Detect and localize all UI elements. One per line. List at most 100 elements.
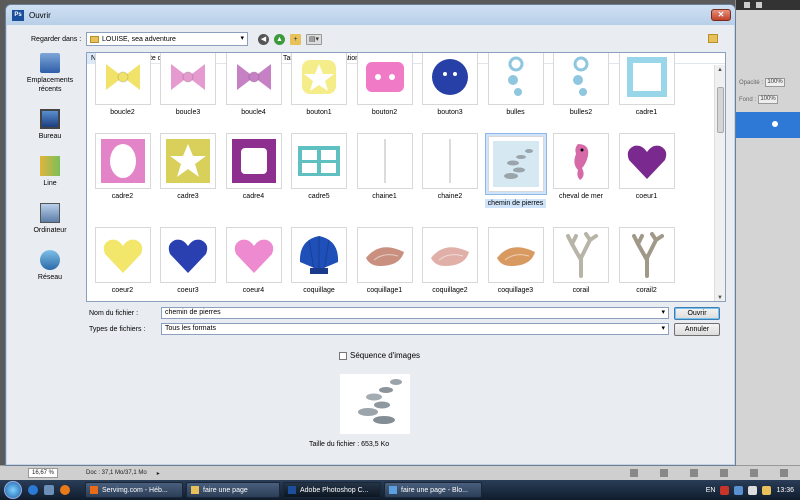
file-item[interactable]: coquillage1 [352,227,417,294]
filetype-row: Types de fichiers : Tous les formats ▾ [89,323,669,335]
filename-input[interactable]: chemin de pierres ▾ [161,307,669,319]
filetype-select[interactable]: Tous les formats ▾ [161,323,669,335]
file-name: coquillage2 [432,287,468,294]
file-item[interactable]: boucle4 [221,53,286,116]
file-thumbnail [356,227,413,283]
file-thumbnail [618,133,675,189]
adjustment-icon[interactable] [720,469,728,477]
image-sequence-checkbox[interactable] [339,351,347,360]
status-menu-arrow-icon[interactable]: ▸ [157,470,160,477]
file-item[interactable]: cheval de mer [549,133,614,200]
close-button[interactable]: ✕ [711,9,731,21]
file-item[interactable]: corail2 [614,227,679,294]
file-item[interactable]: bouton1 [287,53,352,116]
file-item[interactable]: bouton2 [352,53,417,116]
folder-icon [90,35,99,43]
zoom-field[interactable]: 16,67 % [28,468,58,478]
fill-input[interactable]: 100% [758,95,779,104]
back-icon[interactable]: ◀ [258,33,269,45]
dialog-titlebar[interactable]: Ps Ouvrir [6,5,735,25]
place-network[interactable]: Réseau [20,250,80,282]
taskbar-button[interactable]: faire une page [186,482,280,498]
file-item[interactable]: bouton3 [418,53,483,116]
file-item[interactable]: boucle3 [156,53,221,116]
file-size-text: Taille du fichier : 653,5 Ko [309,441,390,448]
place-recent-places[interactable]: Emplacements récents [20,53,80,94]
file-item[interactable]: coquillage3 [483,227,548,294]
photoshop-status-bar: 16,67 % Doc : 37,1 Mo/37,1 Mo ▸ [0,465,800,480]
antivirus-icon[interactable] [720,485,730,495]
file-preview [340,374,410,434]
file-item[interactable]: chaine1 [352,133,417,200]
opacity-input[interactable]: 100% [765,78,786,87]
network-tray-icon[interactable] [734,485,744,495]
up-folder-icon[interactable]: ▲ [274,33,285,45]
place-label: Ordinateur [33,227,67,234]
file-item[interactable]: cadre1 [614,53,679,116]
internet-explorer-icon[interactable] [28,485,38,495]
file-name: cadre4 [242,193,265,200]
vertical-scrollbar[interactable]: ▲ ▼ [714,65,725,301]
open-button[interactable]: Ouvrir [674,307,720,320]
taskbar-button[interactable]: Adobe Photoshop C... [283,482,381,498]
file-item[interactable]: coeur1 [614,133,679,200]
chevron-down-icon[interactable]: ▾ [661,308,665,318]
cancel-button[interactable]: Annuler [674,323,720,336]
place-desktop[interactable]: Bureau [20,109,80,141]
notification-icon[interactable] [762,485,772,495]
scroll-down-icon[interactable]: ▼ [717,295,723,301]
taskbar-button[interactable]: Servimg.com - Héb... [85,482,183,498]
file-item[interactable]: coeur3 [156,227,221,294]
file-thumbnail [291,53,347,105]
media-player-icon[interactable] [60,485,70,495]
file-item[interactable]: coeur2 [90,227,155,294]
place-libraries[interactable]: Line [20,156,80,188]
chevron-down-icon[interactable]: ▾ [240,34,244,42]
chevron-down-icon[interactable]: ▾ [661,324,665,334]
visibility-eye-icon[interactable] [772,121,778,127]
photoshop-layers-panel: Opacité : 100% Fond : 100% [735,0,800,465]
place-computer[interactable]: Ordinateur [20,203,80,235]
views-menu-icon[interactable]: ▤▾ [306,33,322,45]
file-item[interactable]: coquillage [287,227,352,294]
file-name: boucle2 [110,109,135,116]
taskbar-button-label: Servimg.com - Héb... [102,486,168,494]
new-folder-icon[interactable]: + [290,33,301,45]
file-item[interactable]: bulles [483,53,548,116]
taskbar-button[interactable]: faire une page - Blo... [384,482,482,498]
bridge-folder-icon[interactable] [708,34,718,43]
scroll-thumb[interactable] [717,87,724,133]
file-item[interactable]: cadre3 [156,133,221,200]
layer-mask-icon[interactable] [690,469,698,477]
file-item[interactable]: corail [549,227,614,294]
file-item[interactable]: chemin de pierres [483,133,548,208]
start-button[interactable] [4,481,22,499]
file-item[interactable]: boucle2 [90,53,155,116]
minimize-icon[interactable] [744,2,750,8]
open-dialog: Ps Ouvrir ✕ Regarder dans : LOUISE, sea … [5,4,736,466]
file-thumbnail [94,53,151,105]
file-item[interactable]: cadre4 [221,133,286,200]
language-indicator[interactable]: EN [706,487,716,494]
file-item[interactable]: cadre5 [287,133,352,200]
lookin-dropdown[interactable]: LOUISE, sea adventure ▾ [86,32,248,46]
show-desktop-icon[interactable] [44,485,54,495]
photoshop-app-icon: Ps [12,9,24,21]
file-item[interactable]: cadre2 [90,133,155,200]
file-item[interactable]: coquillage2 [418,227,483,294]
scroll-up-icon[interactable]: ▲ [717,67,723,73]
file-item[interactable]: chaine2 [418,133,483,200]
new-layer-icon[interactable] [750,469,758,477]
file-item[interactable]: coeur4 [221,227,286,294]
volume-icon[interactable] [748,485,758,495]
layer-fx-icon[interactable] [660,469,668,477]
system-tray: EN 13:36 [706,480,800,500]
file-thumbnail [94,133,151,189]
maximize-icon[interactable] [756,2,762,8]
doc-size: Doc : 37,1 Mo/37,1 Mo [86,470,147,476]
layer-link-icon[interactable] [630,469,638,477]
selected-layer[interactable] [736,112,800,138]
filetype-label: Types de fichiers : [89,325,146,333]
file-item[interactable]: bulles2 [549,53,614,116]
trash-icon[interactable] [780,469,788,477]
